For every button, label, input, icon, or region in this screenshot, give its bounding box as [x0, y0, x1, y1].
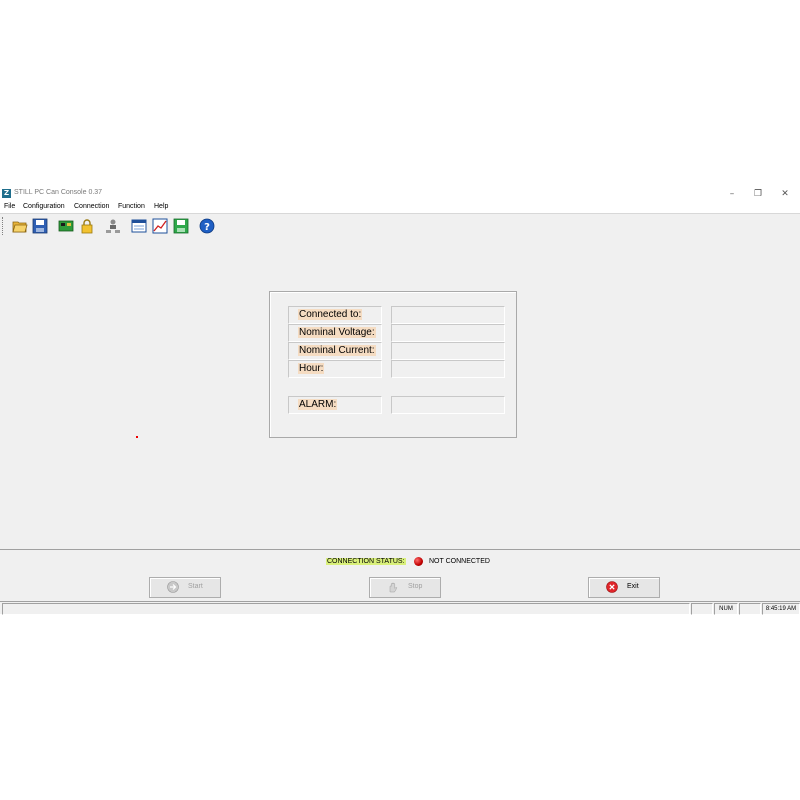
hour-label: Hour:: [298, 363, 325, 374]
menu-bar: File Configuration Connection Function H…: [0, 202, 800, 213]
menu-function[interactable]: Function: [118, 203, 145, 210]
lock-button[interactable]: [78, 217, 96, 235]
app-icon: Z: [2, 189, 11, 198]
toolbar: ?: [0, 213, 800, 239]
status-time: 8:45:19 AM: [762, 603, 800, 615]
nominal-voltage-label: Nominal Voltage:: [298, 327, 376, 338]
connected-to-label: Connected to:: [298, 309, 363, 320]
action-buttons: Start Stop Exit: [0, 574, 800, 600]
stop-button-label: Stop: [408, 583, 423, 590]
nominal-current-field: [391, 342, 505, 360]
green-save-button[interactable]: [172, 217, 190, 235]
start-button[interactable]: Start: [149, 577, 221, 598]
can-card-icon: [58, 220, 74, 232]
connected-to-field: [391, 306, 505, 324]
help-button[interactable]: ?: [198, 217, 216, 235]
connection-status-label: CONNECTION STATUS:: [326, 558, 406, 565]
hour-field: [391, 360, 505, 378]
menu-connection[interactable]: Connection: [74, 203, 109, 210]
num-lock-indicator: NUM: [714, 603, 738, 615]
exit-x-icon: [606, 581, 618, 593]
minimize-button[interactable]: –: [722, 187, 742, 201]
start-button-label: Start: [188, 583, 203, 590]
hour-label-box: Hour:: [288, 360, 382, 378]
lock-icon: [81, 219, 93, 234]
save-icon: [32, 218, 48, 234]
restore-button[interactable]: ❐: [748, 187, 768, 201]
app-window: Z STILL PC Can Console 0.37 – ❐ ✕ File C…: [0, 186, 800, 615]
window-title: STILL PC Can Console 0.37: [14, 189, 103, 196]
alarm-label: ALARM:: [298, 399, 338, 410]
nominal-voltage-field: [391, 324, 505, 342]
status-pane-main: [2, 603, 690, 615]
connection-status-bar: CONNECTION STATUS: NOT CONNECTED: [0, 549, 800, 575]
green-save-icon: [173, 218, 189, 234]
marker-dot: [136, 436, 138, 438]
exit-button-label: Exit: [627, 583, 639, 590]
close-button[interactable]: ✕: [775, 187, 795, 201]
chart-icon: [152, 218, 168, 234]
nominal-current-label: Nominal Current:: [298, 345, 376, 356]
help-icon: ?: [199, 218, 215, 234]
menu-configuration[interactable]: Configuration: [23, 203, 65, 210]
main-area: Connected to: Nominal Voltage: Nominal C…: [0, 238, 800, 549]
can-card-button[interactable]: [57, 217, 75, 235]
status-bar: NUM 8:45:19 AM: [0, 601, 800, 615]
window-icon: [131, 219, 147, 233]
alarm-label-box: ALARM:: [288, 396, 382, 414]
exit-button[interactable]: Exit: [588, 577, 660, 598]
connected-to-label-box: Connected to:: [288, 306, 382, 324]
open-folder-button[interactable]: [11, 217, 29, 235]
nominal-current-label-box: Nominal Current:: [288, 342, 382, 360]
status-pane-scroll: [739, 603, 761, 615]
start-arrow-icon: [167, 581, 179, 593]
network-button[interactable]: [104, 217, 122, 235]
svg-text:?: ?: [204, 222, 210, 233]
stop-hand-icon: [389, 582, 398, 593]
alarm-field: [391, 396, 505, 414]
window-button[interactable]: [130, 217, 148, 235]
title-bar: Z STILL PC Can Console 0.37 – ❐ ✕: [0, 186, 800, 202]
status-led-icon: [414, 557, 423, 566]
chart-button[interactable]: [151, 217, 169, 235]
stop-button[interactable]: Stop: [369, 577, 441, 598]
status-pane-caps: [691, 603, 713, 615]
open-folder-icon: [12, 221, 28, 233]
menu-file[interactable]: File: [4, 203, 15, 210]
connection-status-value: NOT CONNECTED: [429, 558, 490, 565]
toolbar-grip[interactable]: [2, 217, 5, 235]
save-button[interactable]: [31, 217, 49, 235]
network-icon: [106, 219, 120, 233]
info-panel: Connected to: Nominal Voltage: Nominal C…: [269, 291, 517, 438]
menu-help[interactable]: Help: [154, 203, 168, 210]
nominal-voltage-label-box: Nominal Voltage:: [288, 324, 382, 342]
